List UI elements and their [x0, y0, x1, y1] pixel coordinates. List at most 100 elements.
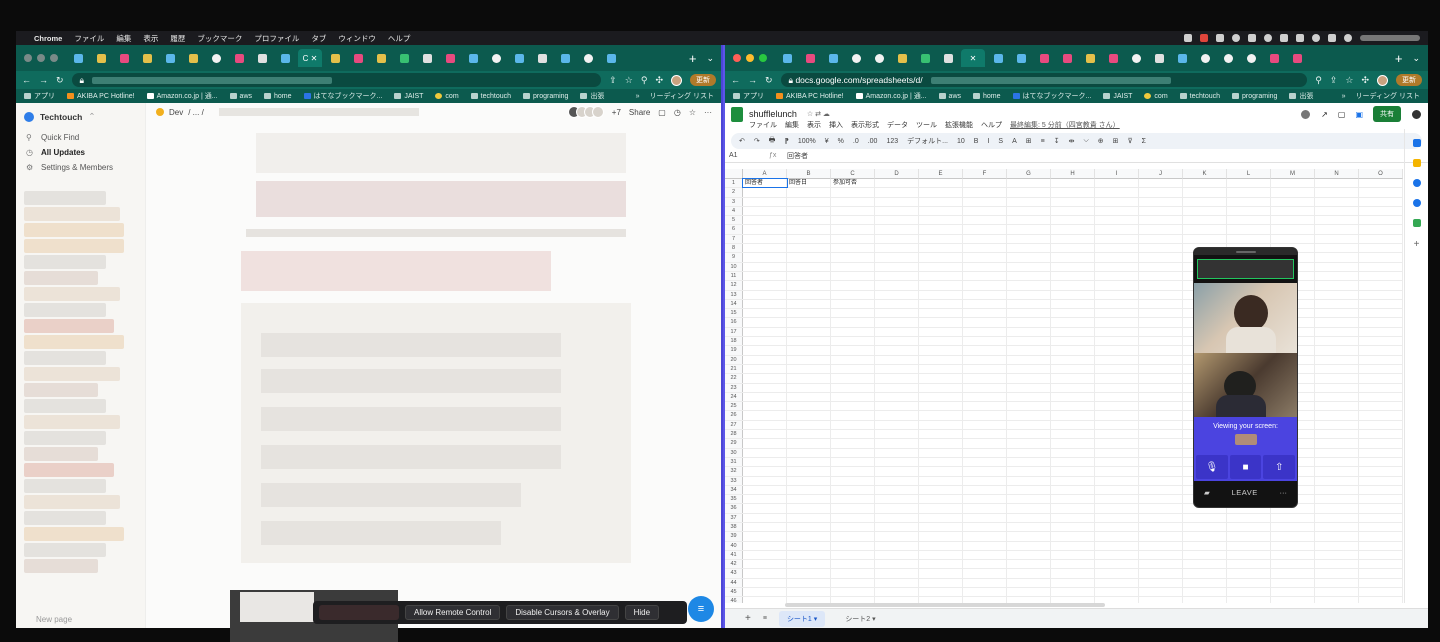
grid-cell[interactable]: [1315, 420, 1359, 430]
grid-cell[interactable]: [1271, 522, 1315, 532]
grid-cell[interactable]: [743, 290, 787, 299]
browser-tab[interactable]: [68, 49, 88, 67]
grid-cell[interactable]: [875, 457, 919, 467]
browser-tab[interactable]: [275, 49, 295, 67]
browser-tab[interactable]: [91, 49, 111, 67]
grid-cell[interactable]: [1139, 402, 1183, 411]
toolbar-item[interactable]: ⇹: [1069, 137, 1075, 145]
grid-cell[interactable]: [1183, 179, 1227, 188]
grid-cell[interactable]: [875, 337, 919, 346]
toolbar-item[interactable]: 🖶: [769, 136, 776, 147]
grid-cell[interactable]: [963, 327, 1007, 337]
grid-cell[interactable]: [1051, 532, 1095, 541]
grid-cell[interactable]: [1315, 485, 1359, 495]
grid-cell[interactable]: [1271, 541, 1315, 550]
grid-cell[interactable]: [875, 290, 919, 299]
grid-cell[interactable]: [1007, 448, 1051, 457]
grid-cell[interactable]: [1183, 588, 1227, 597]
browser-tab[interactable]: [371, 49, 391, 67]
extensions-puzzle-icon[interactable]: ✣: [655, 75, 663, 86]
toolbar-item[interactable]: ↶: [739, 137, 745, 145]
grid-cell[interactable]: [787, 411, 831, 420]
grid-cell[interactable]: [963, 392, 1007, 402]
grid-cell[interactable]: [1139, 374, 1183, 383]
grid-cell[interactable]: [831, 504, 875, 513]
grid-cell[interactable]: [1359, 578, 1403, 588]
browser-tab[interactable]: [892, 49, 912, 67]
grid-cell[interactable]: [1007, 244, 1051, 253]
browser-tab[interactable]: [1287, 49, 1307, 67]
grid-cell[interactable]: [787, 560, 831, 569]
grid-cell[interactable]: [1095, 550, 1139, 560]
grid-cell[interactable]: [1315, 560, 1359, 569]
grid-cell[interactable]: [1227, 206, 1271, 216]
grid-cell[interactable]: [1095, 485, 1139, 495]
browser-tab[interactable]: [938, 49, 958, 67]
grid-cell[interactable]: [875, 234, 919, 244]
grid-cell[interactable]: [1183, 513, 1227, 522]
grid-cell[interactable]: [1139, 383, 1183, 392]
browser-tab[interactable]: [1057, 49, 1077, 67]
menubar-item[interactable]: タブ: [311, 33, 326, 44]
row-header[interactable]: 17: [725, 327, 743, 337]
grid-cell[interactable]: [963, 374, 1007, 383]
grid-cell[interactable]: [1315, 467, 1359, 476]
grid-cell[interactable]: 参加可否: [831, 179, 875, 188]
grid-cell[interactable]: [919, 439, 963, 448]
grid-cell[interactable]: [1271, 206, 1315, 216]
column-header[interactable]: C: [831, 169, 875, 179]
grid-cell[interactable]: [743, 430, 787, 439]
grid-cell[interactable]: [1051, 262, 1095, 271]
grid-cell[interactable]: [743, 318, 787, 327]
grid-cell[interactable]: [875, 253, 919, 262]
grid-cell[interactable]: [743, 197, 787, 206]
grid-cell[interactable]: [1315, 355, 1359, 364]
grid-cell[interactable]: [1271, 234, 1315, 244]
grid-cell[interactable]: [919, 318, 963, 327]
row-header[interactable]: 18: [725, 337, 743, 346]
grid-cell[interactable]: [1095, 234, 1139, 244]
grid-cell[interactable]: [1315, 597, 1359, 603]
grid-cell[interactable]: [1051, 457, 1095, 467]
browser-tab[interactable]: [394, 49, 414, 67]
row-header[interactable]: 30: [725, 448, 743, 457]
grid-cell[interactable]: [1007, 299, 1051, 309]
grid-cell[interactable]: [875, 420, 919, 430]
grid-cell[interactable]: [1359, 485, 1403, 495]
row-header[interactable]: 25: [725, 402, 743, 411]
grid-cell[interactable]: [963, 402, 1007, 411]
row-header[interactable]: 20: [725, 355, 743, 364]
grid-cell[interactable]: [1051, 244, 1095, 253]
grid-cell[interactable]: [787, 550, 831, 560]
grid-cell[interactable]: [831, 457, 875, 467]
grid-cell[interactable]: [831, 355, 875, 364]
grid-cell[interactable]: [1051, 206, 1095, 216]
grid-cell[interactable]: [831, 318, 875, 327]
grid-cell[interactable]: [1359, 244, 1403, 253]
grid-cell[interactable]: [743, 448, 787, 457]
grid-cell[interactable]: [1007, 262, 1051, 271]
grid-cell[interactable]: [1359, 560, 1403, 569]
grid-cell[interactable]: [1095, 309, 1139, 318]
browser-tab[interactable]: [206, 49, 226, 67]
grid-cell[interactable]: [1183, 532, 1227, 541]
grid-cell[interactable]: [1227, 578, 1271, 588]
grid-cell[interactable]: [1315, 541, 1359, 550]
grid-cell[interactable]: [1095, 504, 1139, 513]
row-header[interactable]: 24: [725, 392, 743, 402]
grid-cell[interactable]: [1359, 337, 1403, 346]
grid-cell[interactable]: [1051, 179, 1095, 188]
grid-cell[interactable]: [1095, 281, 1139, 290]
toolbar-item[interactable]: ↷: [754, 137, 760, 145]
grid-cell[interactable]: [743, 206, 787, 216]
grid-cell[interactable]: [1183, 197, 1227, 206]
grid-cell[interactable]: [1051, 383, 1095, 392]
grid-cell[interactable]: [743, 495, 787, 504]
grid-cell[interactable]: [1095, 290, 1139, 299]
tasks-icon[interactable]: [1412, 179, 1421, 187]
browser-tab[interactable]: [1149, 49, 1169, 67]
grid-cell[interactable]: [963, 560, 1007, 569]
grid-cell[interactable]: [831, 430, 875, 439]
grid-cell[interactable]: [831, 383, 875, 392]
grid-cell[interactable]: [1315, 290, 1359, 299]
